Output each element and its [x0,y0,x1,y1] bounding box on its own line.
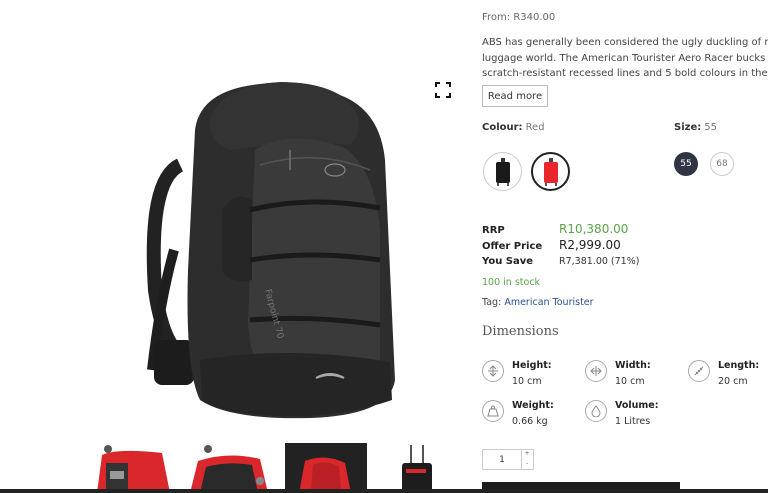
product-description: ABS has generally been considered the ug… [482,35,768,82]
dimension-label: Weight: [512,400,554,411]
dimension-value: 0.66 kg [512,416,548,427]
you-save-label: You Save [482,256,534,267]
dimension-value: 20 cm [718,376,748,387]
thumbnail-3[interactable] [285,443,367,493]
you-save-value: R7,381.00 (71%) [559,256,640,267]
description-line: luggage world. The American Tourister Ae… [482,52,768,64]
size-option-68[interactable]: 68 [710,152,734,176]
page-bottom-bar [0,489,768,493]
rrp-row: RRP R10,380.00 [482,222,628,236]
dimension-value: 10 cm [615,376,645,387]
size-value: 55 [704,122,717,133]
size-label-text: Size: [674,122,702,133]
dimension-length: Length: 20 cm [688,360,768,392]
offer-price-label: Offer Price [482,241,543,252]
dimension-label: Width: [615,360,651,371]
dimension-value: 1 Litres [615,416,651,427]
stock-status: 100 in stock [482,277,541,288]
width-icon [585,360,607,382]
length-icon [688,360,710,382]
rrp-label: RRP [482,225,505,236]
size-option-55[interactable]: 55 [674,152,698,176]
tag-link[interactable]: American Tourister [504,297,593,308]
colour-label-text: Colour: [482,122,523,133]
dimension-width: Width: 10 cm [585,360,681,392]
suitcase-red-icon [543,157,558,186]
colour-value: Red [525,122,545,133]
quantity-increase-button[interactable]: + [522,450,532,460]
description-line: ABS has generally been considered the ug… [482,37,768,48]
thumbnail-1[interactable] [92,443,174,493]
thumbnail-2[interactable] [188,443,270,493]
expand-icon[interactable] [435,82,451,98]
size-label: Size: 55 [674,122,717,133]
colour-swatch-black[interactable] [483,152,522,191]
dimension-height: Height: 10 cm [482,360,578,392]
thumbnail-4[interactable] [382,443,464,493]
quantity-stepper: + - [482,449,534,470]
price-from: From: R340.00 [482,12,556,23]
dimension-label: Volume: [615,400,659,411]
you-save-row: You Save R7,381.00 (71%) [482,256,639,267]
thumbnail-strip [92,443,464,493]
dimension-weight: Weight: 0.66 kg [482,400,578,432]
quantity-steps: + - [521,450,532,469]
read-more-button[interactable]: Read more [482,85,548,107]
suitcase-black-icon [495,157,510,186]
height-icon [482,360,504,382]
tag-label: Tag: [482,297,502,308]
dimension-value: 10 cm [512,376,542,387]
quantity-input[interactable] [483,450,521,469]
dimension-label: Length: [718,360,760,371]
description-line: scratch-resistant recessed lines and 5 b… [482,68,768,79]
volume-icon [585,400,607,422]
offer-price-row: Offer Price R2,999.00 [482,238,621,252]
product-gallery: Farpoint 70 [0,0,470,493]
backpack-image: Farpoint 70 [146,82,395,419]
product-tag: Tag: American Tourister [482,297,594,308]
weight-icon [482,400,504,422]
dimensions-title: Dimensions [482,324,559,339]
product-info: From: R340.00 ABS has generally been con… [482,0,768,493]
dimension-label: Height: [512,360,552,371]
dimension-volume: Volume: 1 Litres [585,400,681,432]
quantity-decrease-button[interactable]: - [522,460,532,470]
colour-label: Colour: Red [482,122,545,133]
offer-price-value: R2,999.00 [559,238,621,252]
rrp-value: R10,380.00 [559,222,629,236]
colour-swatch-red[interactable] [531,152,570,191]
